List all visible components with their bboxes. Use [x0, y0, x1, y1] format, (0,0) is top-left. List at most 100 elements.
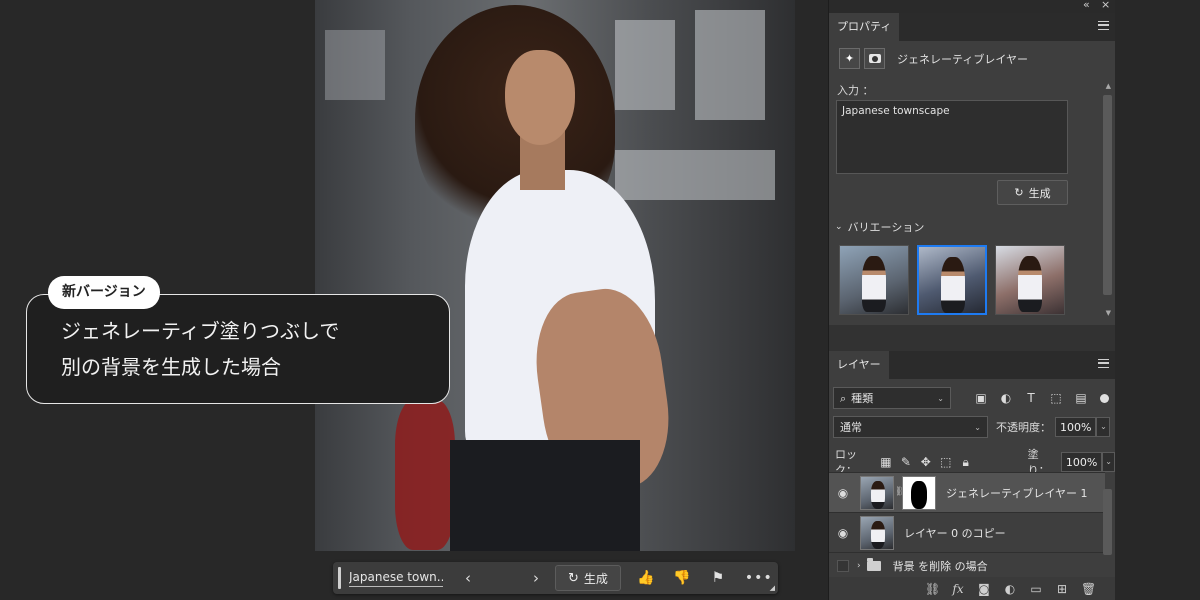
visibility-toggle[interactable]	[837, 559, 849, 572]
properties-menu-icon[interactable]	[1098, 21, 1109, 30]
taskbar-generate-button[interactable]: ↻ 生成	[555, 565, 621, 591]
prompt-input[interactable]: Japanese townscape	[836, 100, 1068, 174]
shape-filter-icon[interactable]: ⬚	[1046, 389, 1066, 407]
fx-icon[interactable]: fx	[951, 582, 965, 596]
feature-callout: ジェネレーティブ塗りつぶしで 別の背景を生成した場合	[26, 294, 450, 404]
visibility-eye-icon[interactable]: ◉	[829, 486, 857, 500]
opacity-label: 不透明度：	[996, 421, 1051, 434]
layer-name: ジェネレーティブレイヤー 1	[946, 486, 1088, 500]
refresh-icon: ↻	[1014, 186, 1024, 199]
thumbs-down-icon[interactable]: 👎	[671, 567, 693, 589]
layers-scrollbar[interactable]	[1103, 489, 1112, 555]
variation-thumbnail-2[interactable]	[917, 245, 987, 315]
chevron-down-icon: ⌄	[974, 422, 981, 432]
properties-scrollbar[interactable]	[1103, 95, 1112, 295]
new-version-badge: 新バージョン	[48, 276, 160, 309]
passerby-red-coat	[395, 400, 455, 550]
lock-artboard-icon[interactable]: ⬚	[938, 455, 954, 469]
image-filter-icon[interactable]: ▣	[971, 389, 991, 407]
adjustment-filter-icon[interactable]: ◐	[996, 389, 1016, 407]
opacity-dropdown-icon[interactable]: ⌄	[1096, 417, 1111, 437]
woman-pants	[450, 440, 640, 551]
more-icon[interactable]: •••	[745, 570, 773, 586]
layers-tab-bar: レイヤー	[829, 351, 1115, 379]
generative-layer-icon: ✦	[839, 48, 860, 69]
thumbs-up-icon[interactable]: 👍	[635, 567, 657, 589]
layer-row[interactable]: ◉ レイヤー 0 のコピー	[829, 512, 1105, 552]
lock-position-icon[interactable]: ✥	[918, 455, 934, 469]
search-icon: ⌕	[840, 392, 847, 405]
new-layer-icon[interactable]: ⊞	[1055, 582, 1069, 596]
layer-row[interactable]: ◉ ⛓ ジェネレーティブレイヤー 1	[829, 472, 1105, 512]
background-window	[325, 30, 385, 100]
blend-row: 通常 ⌄ 不透明度： 100% ⌄	[833, 416, 1111, 438]
layers-footer: ⛓ fx ◙ ◐ ▭ ⊞ 🗑︎	[829, 577, 1115, 600]
callout-line-2: 別の背景を生成した場合	[61, 355, 281, 379]
properties-tab-bar: プロパティ	[829, 13, 1115, 41]
drag-handle[interactable]	[338, 567, 341, 589]
tab-properties[interactable]: プロパティ	[829, 13, 900, 41]
lock-paint-icon[interactable]: ✎	[898, 455, 914, 469]
blend-mode-select[interactable]: 通常 ⌄	[833, 416, 988, 438]
layer-filter-select[interactable]: ⌕ 種類 ⌄	[833, 387, 951, 409]
chevron-left-icon[interactable]: ‹	[457, 567, 479, 589]
properties-panel: ✦ ジェネレーティブレイヤー 入力 ： Japanese townscape ↻…	[829, 41, 1115, 325]
scroll-down-icon[interactable]: ▼	[1106, 309, 1111, 317]
variation-thumbnail-1[interactable]	[839, 245, 909, 315]
layer-name: 背景 を削除 の場合	[892, 559, 988, 573]
filter-toggle[interactable]	[1100, 393, 1109, 403]
variations-label: バリエーション	[847, 221, 925, 234]
background-window	[615, 150, 775, 200]
lock-all-icon[interactable]: 🔒︎	[958, 455, 974, 470]
add-mask-icon[interactable]: ◙	[977, 582, 991, 596]
woman-face	[505, 50, 575, 145]
taskbar-generate-label: 生成	[583, 571, 608, 586]
filter-icons: ▣ ◐ T ⬚ ▤	[971, 389, 1096, 407]
chevron-right-icon[interactable]: ›	[857, 561, 861, 571]
opacity-field[interactable]: 100%	[1055, 417, 1097, 437]
close-panels-icon[interactable]: ×	[1101, 0, 1110, 11]
chevron-down-icon: ⌄	[835, 222, 843, 232]
background-window	[615, 20, 675, 110]
generate-button[interactable]: ↻ 生成	[997, 180, 1068, 205]
variations-header[interactable]: ⌄ バリエーション	[835, 219, 924, 235]
generate-button-label: 生成	[1028, 186, 1051, 200]
tab-layers[interactable]: レイヤー	[829, 351, 889, 379]
input-label: 入力 ：	[837, 84, 874, 97]
background-window	[695, 10, 765, 120]
layers-menu-icon[interactable]	[1098, 359, 1109, 368]
variation-thumbnail-3[interactable]	[995, 245, 1065, 315]
refresh-icon: ↻	[568, 570, 579, 586]
layer-mask-thumbnail[interactable]	[902, 475, 936, 510]
taskbar-prompt-field[interactable]: Japanese town...	[349, 570, 443, 587]
link-layers-icon[interactable]: ⛓	[925, 582, 940, 596]
text-filter-icon[interactable]: T	[1021, 389, 1041, 407]
layer-group-row[interactable]: › 背景 を削除 の場合	[829, 552, 1105, 578]
smart-object-filter-icon[interactable]: ▤	[1071, 389, 1091, 407]
layer-kind-label: ジェネレーティブレイヤー	[897, 52, 1029, 66]
canvas-image[interactable]	[315, 0, 795, 551]
layer-list: ◉ ⛓ ジェネレーティブレイヤー 1 ◉ レイヤー 0 のコピー › 背景 を削…	[829, 472, 1105, 578]
flag-icon[interactable]: ⚑	[707, 567, 729, 589]
fill-dropdown-icon[interactable]: ⌄	[1102, 452, 1115, 472]
layer-thumbnail	[860, 475, 894, 510]
adjustment-layer-icon[interactable]: ◐	[1003, 582, 1017, 596]
chevron-down-icon: ⌄	[937, 393, 944, 403]
new-group-icon[interactable]: ▭	[1029, 582, 1043, 596]
chevron-right-icon[interactable]: ›	[525, 567, 547, 589]
blend-mode-value: 通常	[840, 421, 862, 434]
scroll-up-icon[interactable]: ▲	[1106, 82, 1111, 90]
mask-icon[interactable]	[864, 48, 885, 69]
layer-kind-row: ✦ ジェネレーティブレイヤー	[839, 48, 1028, 69]
layer-name: レイヤー 0 のコピー	[904, 526, 1006, 540]
collapse-panels-icon[interactable]: «	[1083, 0, 1090, 11]
callout-line-1: ジェネレーティブ塗りつぶしで	[61, 319, 340, 343]
folder-icon	[866, 557, 881, 571]
lock-transparent-icon[interactable]: ▦	[878, 455, 894, 469]
corner-resize-icon: ◢	[769, 584, 775, 592]
panel-top-bar: « ×	[829, 0, 1115, 13]
trash-icon[interactable]: 🗑︎	[1081, 582, 1096, 596]
visibility-eye-icon[interactable]: ◉	[829, 526, 857, 540]
layer-filter-value: 種類	[851, 392, 874, 405]
fill-field[interactable]: 100%	[1060, 452, 1103, 472]
